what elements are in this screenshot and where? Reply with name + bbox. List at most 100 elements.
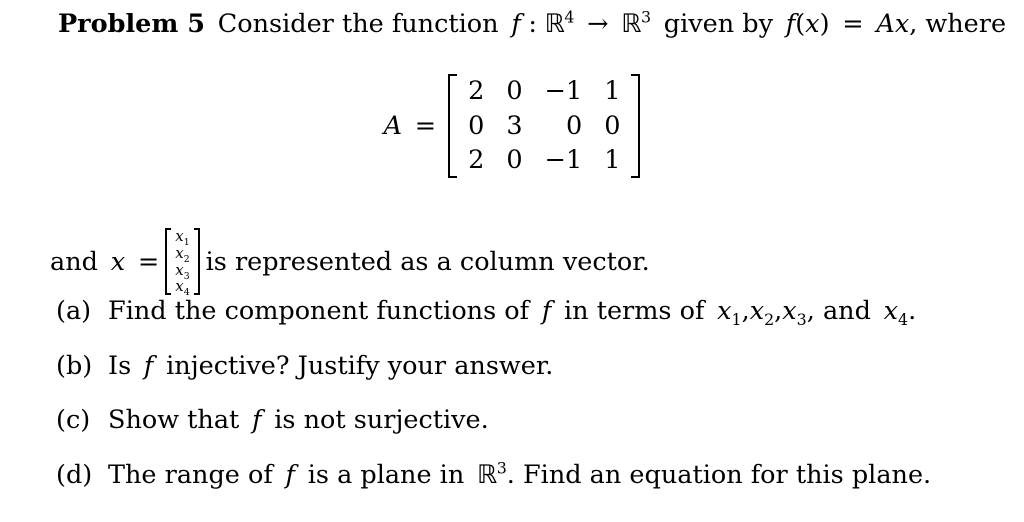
part-text-c: Show that f is not surjective. <box>108 405 1006 436</box>
matrix-cell-r1c2: 0 <box>506 76 523 106</box>
domain-exponent: 4 <box>564 7 575 27</box>
part-d-blackboard-r: ℝ <box>477 459 497 490</box>
vector-definition-line: and x = x1 x2 x3 x4 is represented as a co… <box>50 227 650 298</box>
table-row: 2 0 −1 1 <box>457 143 631 178</box>
matrix-cell-r1c1: 2 <box>468 76 485 106</box>
part-c-symbol-f: f <box>252 405 262 436</box>
part-d-symbol-f: f <box>285 459 295 490</box>
intro-text-2: given by <box>663 9 774 39</box>
part-a-text-3: , and <box>806 296 871 326</box>
matrix-display-equation: A = 2 0 −1 1 0 3 0 0 2 0 −1 1 <box>0 74 1024 178</box>
part-a-var-3-sub: 3 <box>796 310 807 330</box>
vector-cell-3: x3 <box>171 260 193 281</box>
colon-symbol: : <box>528 9 538 39</box>
intro-text-3: , where <box>909 9 1007 39</box>
problem-parts-list: (a) Find the component functions of f in t… <box>56 296 1006 514</box>
intro-text-1: Consider the function <box>217 9 499 39</box>
part-b-text-2: injective? Justify your answer. <box>166 350 554 381</box>
matrix-cell-r1c3: −1 <box>544 76 583 106</box>
document-page: Problem 5 Consider the function f: ℝ4 → ℝ3 giv… <box>0 0 1024 522</box>
part-c-text-2: is not surjective. <box>274 405 489 436</box>
vector-cell-1: x1 <box>171 227 193 248</box>
vector-symbol-x: x <box>110 246 126 277</box>
part-label-c: (c) <box>56 405 91 436</box>
part-a-var-4-sub: 4 <box>898 310 909 330</box>
part-d-text-3: . Find an equation for this plane. <box>506 459 932 490</box>
part-c-text-1: Show that <box>108 405 240 436</box>
matrix-left-bracket <box>448 74 458 178</box>
part-a-var-3: x <box>782 296 797 326</box>
matrix-cell-r2c1: 0 <box>468 110 485 141</box>
part-a-symbol-f: f <box>541 296 552 326</box>
matrix-cell-r2c3: 0 <box>565 110 583 141</box>
matrix-cell-r3c1: 2 <box>468 145 485 176</box>
column-vector-x: x1 x2 x3 x4 <box>165 227 200 298</box>
problem-statement-line: Problem 5 Consider the function f: ℝ4 → ℝ3 giv… <box>58 7 1008 39</box>
matrix-cell-r2c2: 3 <box>506 110 523 141</box>
part-b-symbol-f: f <box>143 350 154 381</box>
vector-equals-sign: = <box>137 246 160 277</box>
part-a-var-2: x <box>749 296 765 326</box>
table-row: 0 3 0 0 <box>457 109 631 144</box>
equation-equals: = <box>842 9 864 39</box>
vector-cell-2: x2 <box>171 243 193 264</box>
vector-entry-base-4: x <box>175 277 184 296</box>
problem-label: Problem 5 <box>58 9 205 39</box>
matrix-cell-r3c3: −1 <box>544 145 583 176</box>
matrix-cell-r3c2: 0 <box>506 145 523 176</box>
part-a-text-1: Find the component functions of <box>108 296 530 326</box>
matrix-cell-r2c4: 0 <box>604 110 621 141</box>
part-d-text-1: The range of <box>108 459 273 490</box>
part-text-d: The range of f is a plane in ℝ3. Find an eq… <box>108 460 1006 491</box>
equation-argument-x: x <box>805 9 820 39</box>
arrow-icon: → <box>587 9 609 39</box>
table-row: x4 <box>171 277 193 298</box>
vector-text-2: is represented as a column vector. <box>205 246 650 277</box>
part-label-b: (b) <box>56 350 93 381</box>
vector-text-1: and <box>50 246 98 277</box>
part-text-b: Is f injective? Justify your answer. <box>108 351 1006 382</box>
codomain-blackboard-r: ℝ <box>621 9 641 39</box>
part-text-a: Find the component functions of f in terms… <box>108 296 917 330</box>
equation-f: f <box>785 9 796 39</box>
list-item-d: (d) The range of f is a plane in ℝ3. Find a… <box>56 460 1006 491</box>
matrix-equals-sign: = <box>414 110 437 141</box>
table-row: x2 <box>171 243 193 264</box>
equation-close-paren: ) <box>819 9 830 39</box>
table-row: 2 0 −1 1 <box>457 74 631 109</box>
part-a-text-4: . <box>908 296 917 326</box>
matrix-equation-lhs: A = <box>384 111 449 141</box>
matrix-right-bracket <box>631 74 641 178</box>
matrix-grid: 2 0 −1 1 0 3 0 0 2 0 −1 1 <box>457 74 631 178</box>
vector-entry-base-2: x <box>175 243 184 262</box>
part-label-d: (d) <box>56 459 93 490</box>
matrix-cell-r1c4: 1 <box>604 76 621 106</box>
list-item-b: (b) Is f injective? Justify your answer. <box>56 351 1006 382</box>
table-row: x1 <box>171 227 193 248</box>
equation-open-paren: ( <box>795 9 806 39</box>
matrix-symbol-a: A <box>383 110 402 141</box>
vector-grid: x1 x2 x3 x4 <box>171 227 193 298</box>
part-b-text-1: Is <box>108 350 132 381</box>
vector-entry-base-1: x <box>175 227 184 245</box>
codomain-exponent: 3 <box>640 7 652 27</box>
vector-cell-4: x4 <box>171 277 193 298</box>
part-a-var-1-sub: 1 <box>731 310 742 330</box>
table-row: x3 <box>171 260 193 281</box>
domain-blackboard-r: ℝ <box>544 9 565 39</box>
part-a-var-4: x <box>883 296 899 326</box>
vector-entry-base-3: x <box>175 260 184 279</box>
part-a-text-2: in terms of <box>564 296 705 326</box>
part-d-exponent: 3 <box>496 458 507 478</box>
part-d-text-2: is a plane in <box>307 459 465 490</box>
part-a-var-2-sub: 2 <box>764 310 775 330</box>
function-symbol-f: f <box>511 9 521 39</box>
list-item-c: (c) Show that f is not surjective. <box>56 405 1006 436</box>
part-label-a: (a) <box>56 296 92 326</box>
vector-right-bracket <box>193 228 200 296</box>
matrix-a: 2 0 −1 1 0 3 0 0 2 0 −1 1 <box>448 74 641 178</box>
vector-left-bracket <box>165 228 172 296</box>
list-item-a: (a) Find the component functions of f in t… <box>56 296 1006 327</box>
part-a-var-1: x <box>717 296 732 326</box>
matrix-cell-r3c4: 1 <box>604 145 621 176</box>
